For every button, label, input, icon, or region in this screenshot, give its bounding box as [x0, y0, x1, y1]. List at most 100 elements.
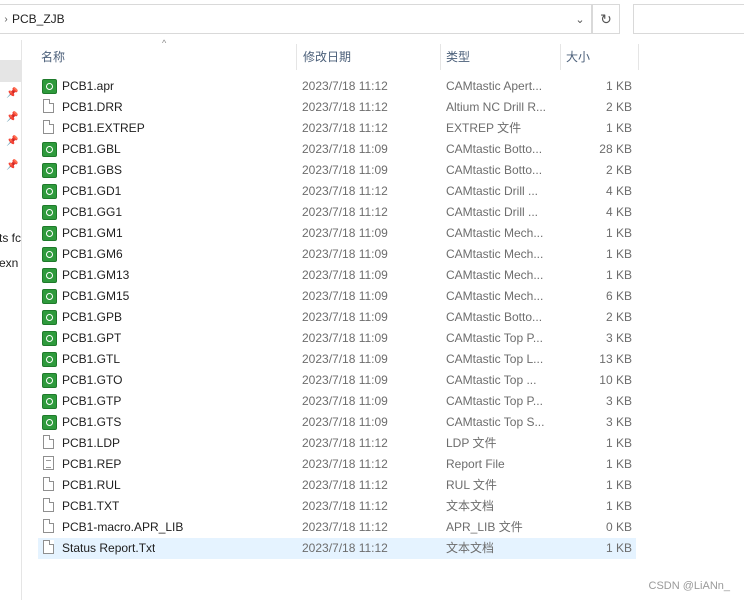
file-row[interactable]: PCB1.GG1 2023/7/18 11:12 CAMtastic Drill .…: [38, 202, 636, 223]
camtastic-file-icon: [42, 328, 58, 349]
file-name: PCB1.GM1: [62, 226, 123, 240]
search-input[interactable]: [633, 4, 744, 34]
file-size: 3 KB: [605, 331, 632, 345]
file-row[interactable]: PCB1.GTS 2023/7/18 11:09 CAMtastic Top S..…: [38, 412, 636, 433]
file-size: 1 KB: [605, 436, 632, 450]
column-divider[interactable]: [296, 44, 297, 70]
column-header-type[interactable]: 类型: [446, 44, 470, 70]
file-row[interactable]: PCB1.GM1 2023/7/18 11:09 CAMtastic Mech...…: [38, 223, 636, 244]
file-name: PCB1.DRR: [62, 100, 123, 114]
file-type: CAMtastic Botto...: [446, 142, 543, 156]
file-list: PCB1.apr 2023/7/18 11:12 CAMtastic Apert..…: [38, 76, 636, 559]
column-divider[interactable]: [560, 44, 561, 70]
file-size: 3 KB: [605, 394, 632, 408]
file-size: 1 KB: [605, 268, 632, 282]
address-path[interactable]: PCB_ZJB: [12, 12, 569, 26]
file-name: PCB1.REP: [62, 457, 122, 471]
pin-icon: 📌: [6, 88, 19, 99]
file-row[interactable]: PCB1.EXTREP 2023/7/18 11:12 EXTREP 文件 1 KB: [38, 118, 636, 139]
file-row[interactable]: PCB1.RUL 2023/7/18 11:12 RUL 文件 1 KB: [38, 475, 636, 496]
generic-file-icon: [42, 433, 58, 454]
file-name: PCB1.GM15: [62, 289, 130, 303]
file-name: PCB1.GTP: [62, 394, 122, 408]
file-type: APR_LIB 文件: [446, 520, 523, 534]
column-header-name[interactable]: 名称: [41, 44, 65, 70]
address-bar[interactable]: › PCB_ZJB ⌄: [0, 4, 592, 34]
file-date: 2023/7/18 11:12: [302, 520, 388, 534]
file-name: PCB1.GPT: [62, 331, 122, 345]
file-row[interactable]: PCB1.GM6 2023/7/18 11:09 CAMtastic Mech...…: [38, 244, 636, 265]
file-type: CAMtastic Top P...: [446, 394, 543, 408]
navigation-pane: 📌 📌 📌 📌 ts fc exn: [0, 40, 22, 600]
file-date: 2023/7/18 11:09: [302, 373, 388, 387]
camtastic-file-icon: [42, 244, 58, 265]
file-size: 1 KB: [605, 121, 632, 135]
file-size: 2 KB: [605, 310, 632, 324]
refresh-button[interactable]: ↻: [592, 4, 620, 34]
generic-file-icon: [42, 496, 58, 517]
camtastic-file-icon: [42, 349, 58, 370]
column-divider[interactable]: [638, 44, 639, 70]
file-type: CAMtastic Botto...: [446, 163, 543, 177]
column-header-date[interactable]: 修改日期: [303, 44, 351, 70]
file-date: 2023/7/18 11:09: [302, 289, 388, 303]
file-size: 1 KB: [605, 541, 632, 555]
refresh-icon: ↻: [600, 10, 612, 27]
chevron-down-icon[interactable]: ⌄: [569, 13, 591, 26]
file-date: 2023/7/18 11:09: [302, 226, 388, 240]
file-type: Report File: [446, 457, 505, 471]
file-name: PCB1.GBS: [62, 163, 123, 177]
file-row[interactable]: Status Report.Txt 2023/7/18 11:12 文本文档 1 KB: [38, 538, 636, 559]
file-name: PCB1.GM13: [62, 268, 130, 282]
generic-file-icon: [42, 475, 58, 496]
file-date: 2023/7/18 11:09: [302, 142, 388, 156]
file-name: PCB1.GM6: [62, 247, 123, 261]
file-row[interactable]: PCB1.GTP 2023/7/18 11:09 CAMtastic Top P..…: [38, 391, 636, 412]
file-name: PCB1.EXTREP: [62, 121, 145, 135]
file-row[interactable]: PCB1.TXT 2023/7/18 11:12 文本文档 1 KB: [38, 496, 636, 517]
file-date: 2023/7/18 11:09: [302, 268, 388, 282]
file-row[interactable]: PCB1.GPB 2023/7/18 11:09 CAMtastic Botto..…: [38, 307, 636, 328]
chevron-right-icon: ›: [4, 13, 8, 25]
file-date: 2023/7/18 11:12: [302, 184, 388, 198]
pin-icon: 📌: [6, 112, 19, 123]
file-size: 10 KB: [599, 373, 632, 387]
camtastic-file-icon: [42, 202, 58, 223]
file-row[interactable]: PCB1.GBS 2023/7/18 11:09 CAMtastic Botto..…: [38, 160, 636, 181]
file-row[interactable]: PCB1.GTL 2023/7/18 11:09 CAMtastic Top L..…: [38, 349, 636, 370]
file-row[interactable]: PCB1.apr 2023/7/18 11:12 CAMtastic Apert..…: [38, 76, 636, 97]
file-size: 2 KB: [605, 163, 632, 177]
file-row[interactable]: PCB1.DRR 2023/7/18 11:12 Altium NC Drill R…: [38, 97, 636, 118]
camtastic-file-icon: [42, 391, 58, 412]
file-row[interactable]: PCB1.LDP 2023/7/18 11:12 LDP 文件 1 KB: [38, 433, 636, 454]
nav-item-fragment[interactable]: ts fc: [0, 231, 21, 245]
file-size: 0 KB: [605, 520, 632, 534]
column-divider[interactable]: [440, 44, 441, 70]
file-row[interactable]: PCB1.GTO 2023/7/18 11:09 CAMtastic Top ...…: [38, 370, 636, 391]
file-row[interactable]: PCB1.GM15 2023/7/18 11:09 CAMtastic Mech..…: [38, 286, 636, 307]
file-date: 2023/7/18 11:09: [302, 247, 388, 261]
file-row[interactable]: PCB1.REP 2023/7/18 11:12 Report File 1 KB: [38, 454, 636, 475]
file-size: 1 KB: [605, 457, 632, 471]
file-row[interactable]: PCB1.GPT 2023/7/18 11:09 CAMtastic Top P..…: [38, 328, 636, 349]
file-name: PCB1.TXT: [62, 499, 120, 513]
camtastic-file-icon: [42, 223, 58, 244]
nav-item-fragment[interactable]: exn: [0, 256, 18, 270]
file-row[interactable]: PCB1.GBL 2023/7/18 11:09 CAMtastic Botto..…: [38, 139, 636, 160]
file-date: 2023/7/18 11:12: [302, 121, 388, 135]
file-type: CAMtastic Drill ...: [446, 184, 539, 198]
file-row[interactable]: PCB1-macro.APR_LIB 2023/7/18 11:12 APR_LIB…: [38, 517, 636, 538]
camtastic-file-icon: [42, 307, 58, 328]
file-size: 1 KB: [605, 247, 632, 261]
file-row[interactable]: PCB1.GM13 2023/7/18 11:09 CAMtastic Mech..…: [38, 265, 636, 286]
file-type: CAMtastic Mech...: [446, 247, 544, 261]
nav-selected-item[interactable]: [0, 60, 21, 82]
column-header-size[interactable]: 大小: [566, 44, 590, 70]
file-name: PCB1.GTO: [62, 373, 123, 387]
camtastic-file-icon: [42, 160, 58, 181]
file-size: 1 KB: [605, 79, 632, 93]
file-size: 6 KB: [605, 289, 632, 303]
file-row[interactable]: PCB1.GD1 2023/7/18 11:12 CAMtastic Drill .…: [38, 181, 636, 202]
file-date: 2023/7/18 11:09: [302, 163, 388, 177]
watermark: CSDN @LiANn_: [648, 580, 730, 592]
